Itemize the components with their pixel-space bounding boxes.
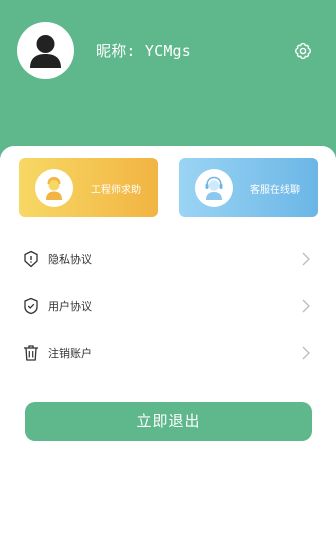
menu-item-label: 隐私协议 xyxy=(48,253,92,266)
chevron-right-icon xyxy=(300,345,312,361)
trash-icon xyxy=(21,343,41,363)
customer-service-card[interactable]: 客服在线聊 xyxy=(179,158,318,217)
chevron-right-icon xyxy=(300,251,312,267)
menu-item-delete-account[interactable]: 注销账户 xyxy=(0,335,336,371)
engineer-help-label: 工程师求助 xyxy=(91,185,141,196)
menu-item-label: 注销账户 xyxy=(48,347,92,360)
menu-item-label: 用户协议 xyxy=(48,300,92,313)
user-avatar-icon xyxy=(30,35,61,68)
headset-agent-icon xyxy=(195,169,233,207)
engineer-help-card[interactable]: 工程师求助 xyxy=(19,158,158,217)
shield-check-icon xyxy=(21,296,41,316)
nickname-label: 昵称: YCMgs xyxy=(96,42,192,60)
avatar[interactable] xyxy=(17,22,74,79)
logout-button[interactable]: 立即退出 xyxy=(25,402,312,441)
chevron-right-icon xyxy=(300,298,312,314)
menu-item-privacy[interactable]: 隐私协议 xyxy=(0,241,336,277)
menu-item-user-agreement[interactable]: 用户协议 xyxy=(0,288,336,324)
gear-icon xyxy=(295,42,311,60)
customer-service-label: 客服在线聊 xyxy=(250,185,300,196)
shield-alert-icon xyxy=(21,249,41,269)
settings-button[interactable] xyxy=(293,41,313,61)
engineer-avatar-icon xyxy=(35,169,73,207)
